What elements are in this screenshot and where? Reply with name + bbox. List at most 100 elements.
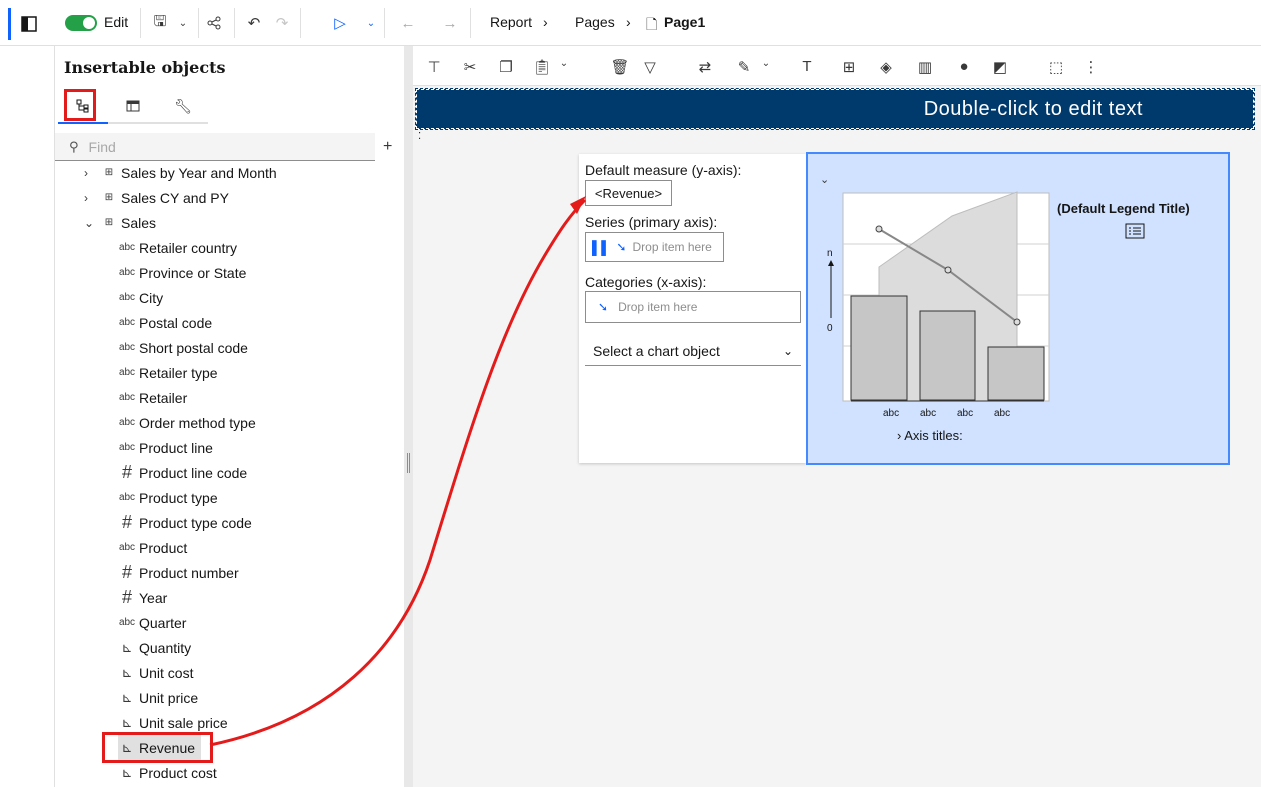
tree-item-label: Short postal code [139, 339, 248, 356]
default-measure-dropzone[interactable]: <Revenue> [585, 180, 672, 206]
add-icon[interactable]: + [383, 138, 392, 156]
search-placeholder: Find [88, 138, 116, 155]
tree-item[interactable]: abc Quarter [118, 610, 187, 635]
text-style-icon[interactable]: T [796, 58, 818, 75]
toolbox-icon [126, 100, 140, 112]
select-ancestor-icon[interactable]: ⬚ [1045, 58, 1067, 76]
paste-icon[interactable]: 📋︎ [531, 58, 553, 76]
paste-chevron-icon[interactable]: ⌄ [553, 58, 575, 69]
run-options-chevron-icon[interactable]: ⌄ [364, 10, 378, 36]
tree-item-label: Unit price [139, 689, 199, 706]
splitter-grip-icon[interactable] [407, 453, 410, 473]
tree-item[interactable]: ⊾ Quantity [118, 635, 192, 660]
tree-item[interactable]: # Product line code [118, 460, 247, 485]
palette-icon[interactable]: ● [953, 58, 975, 75]
measure-icon: ⊾ [121, 639, 133, 655]
series-dropzone[interactable]: ▌▌ ➘ Drop item here [585, 232, 724, 262]
tree-folder-item[interactable]: › ⊞ Sales CY and PY [84, 185, 229, 210]
text-attribute-icon: abc [118, 617, 136, 628]
chart-object-select[interactable]: Select a chart object ⌄ [585, 336, 801, 366]
tree-item[interactable]: abc Retailer type [118, 360, 218, 385]
breadcrumb-pages[interactable]: Pages [575, 14, 615, 30]
series-chart-icon: ▌▌ [592, 239, 611, 255]
redo-icon[interactable]: ↷ [272, 10, 292, 36]
text-attribute-icon: abc [118, 242, 136, 253]
tree-item-label: Unit sale price [139, 714, 228, 731]
tree-item[interactable]: abc Retailer country [118, 235, 237, 260]
tab-toolbox[interactable] [108, 90, 158, 124]
tree-item-label: Retailer type [139, 364, 218, 381]
chevron-right-icon[interactable]: › [84, 166, 100, 180]
chevron-down-icon[interactable]: ⌄ [176, 10, 190, 36]
tree-item[interactable]: abc Product line [118, 435, 213, 460]
cut-icon[interactable]: ✂ [459, 58, 481, 76]
legend-title[interactable]: (Default Legend Title) [1057, 201, 1190, 216]
tree-item-label: Sales [121, 214, 157, 231]
delete-icon[interactable]: 🗑︎ [609, 58, 631, 76]
x-axis-label: abc [957, 408, 974, 419]
tree-item[interactable]: ⊾ Unit price [118, 685, 199, 710]
tree-item[interactable]: abc Province or State [118, 260, 246, 285]
drop-arrow-icon: ➘ [616, 240, 627, 254]
tree-item[interactable]: abc Retailer [118, 385, 187, 410]
color-picker-icon[interactable]: ✎ [733, 58, 755, 76]
tree-item[interactable]: ⊾ Product cost [118, 760, 217, 785]
tree-item[interactable]: abc Postal code [118, 310, 212, 335]
table-icon: ⊞ [104, 217, 114, 228]
tab-strip-rest [208, 90, 375, 124]
panel-splitter[interactable] [404, 46, 413, 787]
legend-icon[interactable] [1125, 223, 1145, 239]
edit-toggle[interactable] [65, 15, 97, 31]
contrast-icon[interactable]: ◩ [989, 58, 1011, 76]
tree-item[interactable]: abc Product [118, 535, 187, 560]
measure-icon: ⊾ [121, 764, 133, 780]
text-attribute-icon: abc [118, 292, 136, 303]
copy-icon[interactable]: ❐ [495, 58, 517, 76]
tree-item[interactable]: ⊾ Unit cost [118, 660, 194, 685]
search-icon: ⚲ [69, 138, 79, 154]
text-attribute-icon: abc [118, 392, 136, 403]
tree-item[interactable]: abc Product type [118, 485, 218, 510]
text-attribute-icon: abc [118, 367, 136, 378]
header-text-block[interactable]: Double-click to edit text [415, 88, 1255, 130]
axis-titles-toggle[interactable]: › Axis titles: [897, 428, 963, 443]
tree-item-label: Retailer country [139, 239, 238, 256]
categories-dropzone[interactable]: ➘ Drop item here [585, 291, 801, 323]
tree-item[interactable]: abc Short postal code [118, 335, 248, 360]
tree-item[interactable]: # Product number [118, 560, 239, 585]
chevron-down-icon[interactable]: ⌄ [84, 216, 100, 230]
eraser-icon[interactable]: ◈ [875, 58, 897, 76]
breadcrumb-page1[interactable]: Page1 [664, 14, 705, 30]
save-icon[interactable]: 🖫 [150, 10, 170, 36]
tree-item[interactable]: abc Order method type [118, 410, 256, 435]
measure-icon: ⊾ [121, 689, 133, 705]
tree-item[interactable]: # Year [118, 585, 167, 610]
tree-item-label: Postal code [139, 314, 213, 331]
tree-item[interactable]: # Product type code [118, 510, 252, 535]
chevron-right-icon[interactable]: › [84, 191, 100, 205]
tree-folder-item[interactable]: › ⊞ Sales by Year and Month [84, 160, 277, 185]
x-axis-label: abc [920, 408, 937, 419]
more-icon[interactable]: ⋮ [1080, 58, 1102, 76]
tree-item[interactable]: abc City [118, 285, 163, 310]
swap-icon[interactable]: ⇄ [694, 58, 716, 76]
panel-toggle-button[interactable] [8, 8, 46, 40]
table-icon[interactable]: ⊞ [838, 58, 860, 76]
container-handle[interactable]: ⁚ [418, 131, 421, 142]
undo-icon[interactable]: ↶ [244, 10, 264, 36]
filter-icon[interactable]: ▽ [639, 58, 661, 76]
share-icon-svg [207, 16, 221, 30]
back-icon[interactable]: ← [398, 10, 418, 36]
share-icon[interactable] [204, 10, 224, 36]
run-icon[interactable]: ▷ [330, 10, 350, 36]
breadcrumb-report[interactable]: Report [490, 14, 532, 30]
tab-tools[interactable]: 🔧︎ [158, 90, 208, 124]
tree-folder-item[interactable]: ⌄ ⊞ Sales [84, 210, 156, 235]
tree-item-label: Province or State [139, 264, 247, 281]
search-input[interactable]: ⚲ Find [55, 133, 375, 161]
color-chevron-icon[interactable]: ⌄ [755, 58, 777, 69]
y-axis-top-label: n [827, 248, 833, 259]
forward-icon[interactable]: → [440, 10, 460, 36]
format-painter-icon[interactable]: ⊤ [423, 58, 445, 76]
chart-type-icon[interactable]: ▥ [914, 58, 936, 76]
